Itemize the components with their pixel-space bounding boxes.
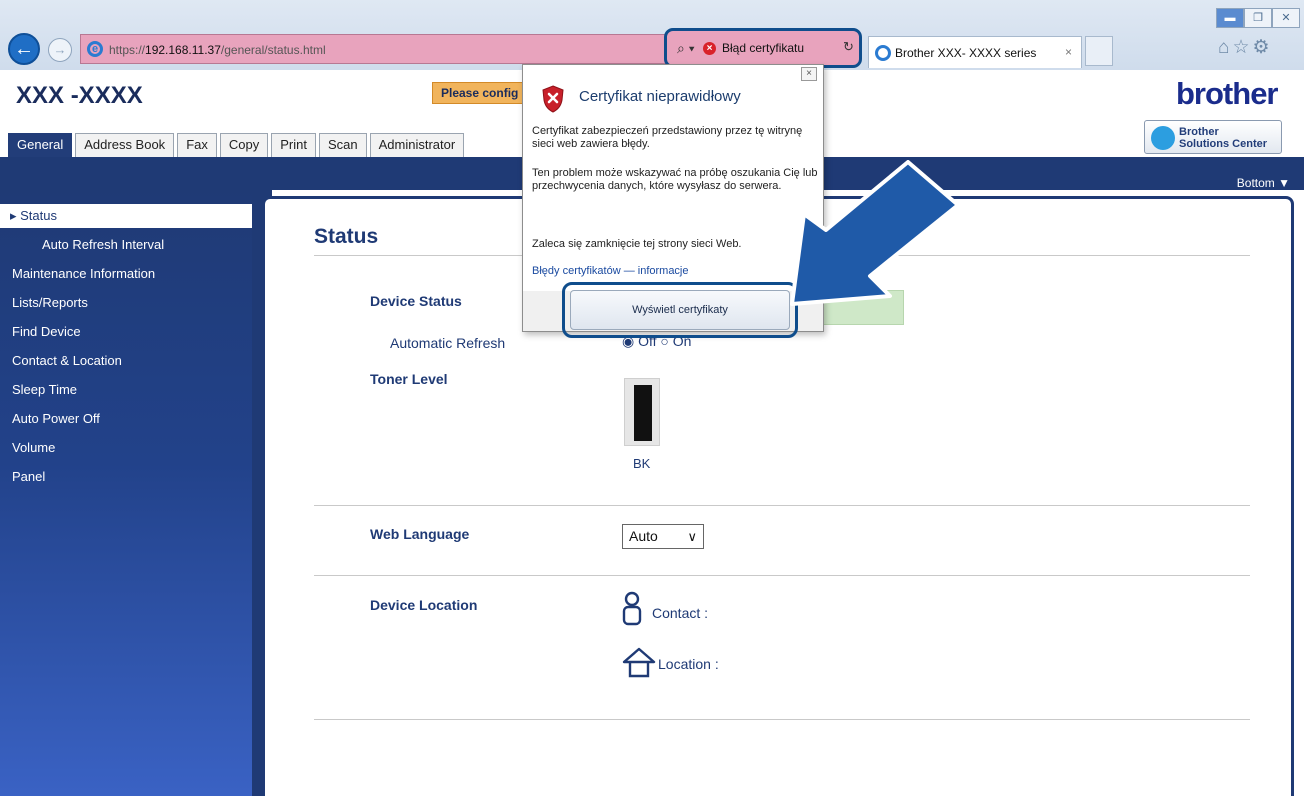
device-status-label: Device Status [370,293,462,309]
certificate-errors-info-link[interactable]: Błędy certyfikatów — informacje [532,265,689,277]
sidebar-item-contact-location[interactable]: Contact & Location [12,353,122,368]
toner-fill [634,385,652,441]
sidebar-item-auto-refresh-interval[interactable]: Auto Refresh Interval [42,237,164,252]
contact-label: Contact : [652,605,709,621]
refresh-icon[interactable]: ↻ [843,39,854,55]
ie-icon: e [87,41,103,57]
popup-message-3: Zaleca się zamknięcie tej strony sieci W… [532,238,742,250]
toner-color-label: BK [633,456,651,471]
settings-gear-icon[interactable]: ⚙ [1253,37,1273,58]
toolbar-icons: ⌂☆⚙ [1218,36,1273,59]
tab-title: Brother XXX- XXXX series [895,46,1037,60]
tab-close-icon[interactable]: × [1065,45,1072,59]
solutions-center-button[interactable]: Brother Solutions Center [1144,120,1282,154]
browser-window: ▬ ❐ ✕ ← → e https://192.168.11.37/genera… [0,0,1304,796]
solutions-center-icon [1151,126,1175,150]
view-certificates-highlight [562,282,798,338]
web-language-value: Auto [629,528,658,544]
restore-button[interactable]: ❐ [1244,8,1272,28]
tab-fax[interactable]: Fax [177,133,217,157]
certificate-error-indicator[interactable]: ⌕ ▾ × Błąd certyfikatu ↻ [664,28,862,68]
divider [314,719,1250,720]
location-house-icon [622,647,656,678]
tab-administrator[interactable]: Administrator [369,133,465,157]
tab-scan[interactable]: Scan [318,133,367,157]
certificate-error-label[interactable]: Błąd certyfikatu [722,41,804,55]
sidebar-item-status[interactable]: ▸ Status [10,208,57,224]
browser-tab[interactable]: Brother XXX- XXXX series × [868,36,1082,68]
popup-message-1: Certyfikat zabezpieczeń przedstawiony pr… [532,125,803,150]
tab-print[interactable]: Print [271,133,316,157]
pointer-arrow-icon [790,160,960,306]
model-name: XXX -XXXX [16,82,143,109]
back-button[interactable]: ← [8,33,40,65]
search-icon[interactable]: ⌕ ▾ [677,40,695,57]
sidebar-item-lists-reports[interactable]: Lists/Reports [12,295,88,310]
shield-error-icon [542,85,564,113]
browser-chrome: ▬ ❐ ✕ ← → e https://192.168.11.37/genera… [0,0,1304,70]
sidebar-item-sleep-time[interactable]: Sleep Time [12,382,77,397]
sidebar-item-maintenance-information[interactable]: Maintenance Information [12,266,155,281]
divider [314,575,1250,576]
error-icon: × [703,42,716,55]
toner-gauge [624,378,660,446]
brother-logo: brother [1176,76,1278,111]
web-language-label: Web Language [370,526,470,542]
popup-close-icon[interactable]: × [801,67,817,81]
automatic-refresh-label: Automatic Refresh [390,335,506,351]
sidebar-item-panel[interactable]: Panel [12,469,45,484]
window-controls: ▬ ❐ ✕ [1216,8,1300,28]
new-tab-button[interactable] [1085,36,1113,66]
minimize-button[interactable]: ▬ [1216,8,1244,28]
tab-copy[interactable]: Copy [219,133,269,157]
address-url: https://192.168.11.37/general/status.htm… [109,43,326,57]
page-title: Status [314,225,379,248]
forward-button[interactable]: → [48,38,72,62]
divider [314,505,1250,506]
sidebar-item-auto-power-off[interactable]: Auto Power Off [12,411,100,426]
web-language-select[interactable]: Auto ∨ [622,524,704,549]
ie-tab-icon [875,45,891,61]
contact-person-icon [622,591,642,626]
popup-title: Certyfikat nieprawidłowy [579,88,741,105]
chevron-down-icon: ∨ [687,529,697,544]
solutions-center-label: Brother Solutions Center [1179,126,1268,150]
bottom-link[interactable]: Bottom ▼ [1237,176,1290,190]
close-window-button[interactable]: ✕ [1272,8,1300,28]
tab-address-book[interactable]: Address Book [75,133,175,157]
sidebar-item-volume[interactable]: Volume [12,440,55,455]
home-icon[interactable]: ⌂ [1218,37,1232,58]
please-configure-banner[interactable]: Please config [432,82,532,104]
toner-level-label: Toner Level [370,371,448,387]
favorites-star-icon[interactable]: ☆ [1232,37,1252,58]
tab-general[interactable]: General [8,133,73,157]
popup-message-2: Ten problem może wskazywać na próbę oszu… [532,167,818,192]
location-label: Location : [658,656,719,672]
device-location-label: Device Location [370,597,478,613]
main-tabs: General Address Book Fax Copy Print Scan… [8,133,467,157]
sidebar-item-find-device[interactable]: Find Device [12,324,81,339]
